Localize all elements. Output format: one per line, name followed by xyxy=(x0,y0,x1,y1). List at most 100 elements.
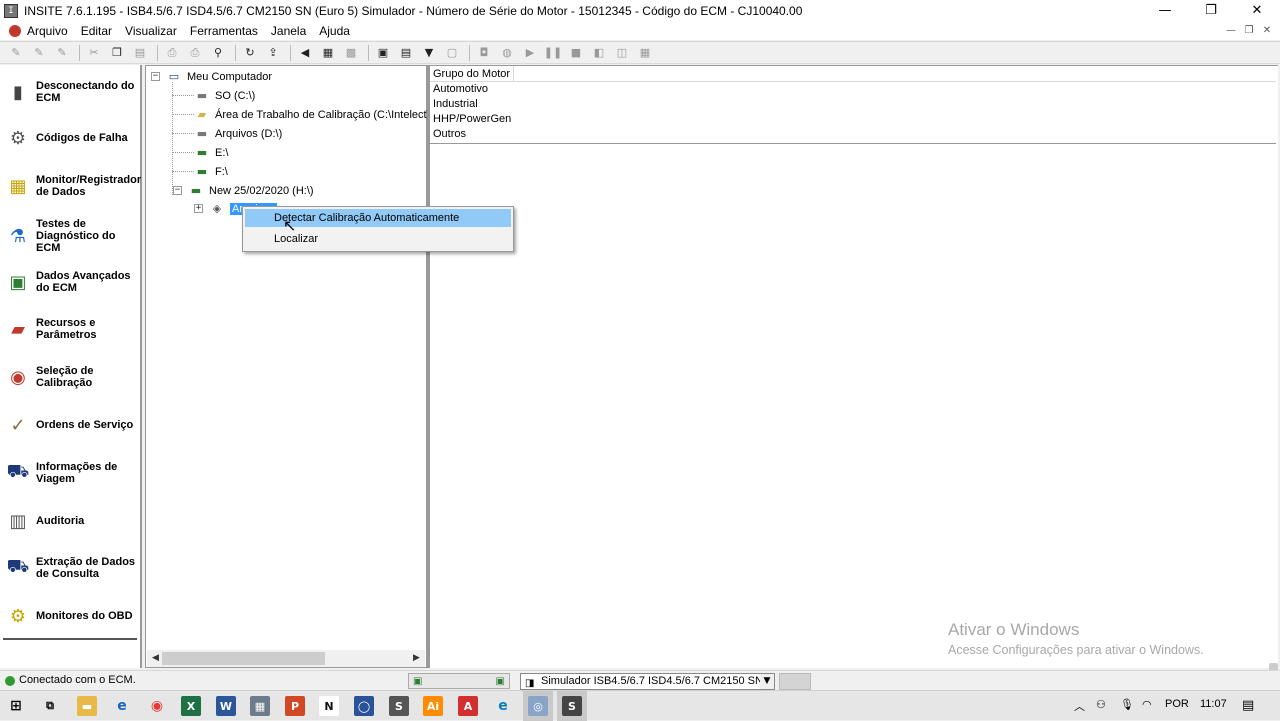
menu-ajuda[interactable]: Ajuda xyxy=(319,24,350,38)
close-button[interactable]: ✕ xyxy=(1234,0,1280,22)
scrollbar-thumb[interactable] xyxy=(162,652,325,665)
notification-center-icon[interactable]: ▤ xyxy=(1242,698,1254,713)
filter-icon[interactable]: ▼ xyxy=(419,44,439,62)
nav-diagnostic-tests[interactable]: ⚗ Testes de Diagnóstico do ECM xyxy=(3,218,139,254)
list-icon[interactable]: ▤ xyxy=(396,44,416,62)
acrobat-icon[interactable]: A xyxy=(458,696,478,716)
new-icon[interactable]: ✎ xyxy=(6,44,26,62)
minimize-button[interactable]: — xyxy=(1142,0,1188,22)
child-minimize-button[interactable]: — xyxy=(1222,22,1240,40)
snapshot-icon[interactable]: ◫ xyxy=(612,44,632,62)
list-item[interactable]: HHP/PowerGen xyxy=(430,112,1276,127)
print-preview-icon[interactable]: ⎙ xyxy=(185,44,205,62)
edit-icon[interactable]: ✎ xyxy=(29,44,49,62)
messenger-icon[interactable]: ◯ xyxy=(354,696,374,716)
clock[interactable]: 11:07 xyxy=(1200,698,1227,710)
ecm-select[interactable]: ◨ Simulador ISB4.5/6.7 ISD4.5/6.7 CM2150… xyxy=(520,673,775,690)
internet-explorer-icon[interactable]: e xyxy=(112,696,132,716)
illustrator-icon[interactable]: Ai xyxy=(423,696,443,716)
menu-arquivo[interactable]: Arquivo xyxy=(27,24,68,38)
windows-start-icon[interactable]: ⊞ xyxy=(6,696,26,716)
obd-monitors-icon: ⚙ xyxy=(9,605,27,627)
chrome-icon[interactable]: ◉ xyxy=(147,696,167,716)
restore-button[interactable]: ❐ xyxy=(1188,0,1234,22)
print-icon[interactable]: ⎙ xyxy=(162,44,182,62)
show-hidden-icons-icon[interactable]: ︿ xyxy=(1074,698,1085,714)
nav-calibration-selection[interactable]: ◉ Seleção de Calibração xyxy=(3,362,139,392)
ecm-icon[interactable]: ▩ xyxy=(341,44,361,62)
netflix-icon[interactable]: N xyxy=(319,696,339,716)
collapse-toggle[interactable]: − xyxy=(151,72,160,81)
data-extraction-icon: ⛟ xyxy=(6,556,30,577)
nav-advanced-data[interactable]: ▣ Dados Avançados do ECM xyxy=(3,267,139,297)
properties-icon[interactable]: ✎ xyxy=(52,44,72,62)
list-item[interactable]: Automotivo xyxy=(430,82,1276,97)
column-header-engine-group[interactable]: Grupo do Motor xyxy=(430,66,514,82)
settings-icon[interactable]: ▦ xyxy=(635,44,655,62)
scroll-right-icon[interactable]: ▶ xyxy=(408,650,425,667)
tree-node-drive-h[interactable]: − ▬ New 25/02/2020 (H:\) xyxy=(173,182,314,199)
find-icon[interactable]: ⚲ xyxy=(208,44,228,62)
language-indicator[interactable]: POR xyxy=(1165,698,1189,710)
microphone-icon[interactable]: 🎙 xyxy=(1120,698,1134,711)
tree-node-drive-e[interactable]: ▬ E:\ xyxy=(194,144,229,161)
word-icon[interactable]: W xyxy=(216,696,236,716)
cut-icon[interactable]: ✂ xyxy=(84,44,104,62)
menu-visualizar[interactable]: Visualizar xyxy=(125,24,177,38)
tree-node-drive-d[interactable]: ▬ Arquivos (D:\) xyxy=(194,125,282,142)
menu-janela[interactable]: Janela xyxy=(271,24,306,38)
marker-icon[interactable]: ◧ xyxy=(589,44,609,62)
pause-icon[interactable]: ❚❚ xyxy=(543,44,563,62)
back-icon[interactable]: ◀ xyxy=(295,44,315,62)
paste-icon[interactable]: ▤ xyxy=(130,44,150,62)
nav-fault-codes[interactable]: ⚙ Códigos de Falha xyxy=(3,123,139,153)
nav-trip-info[interactable]: ⛟ Informações de Viagem xyxy=(3,458,139,488)
expand-toggle[interactable]: + xyxy=(194,204,203,213)
chevron-down-icon[interactable]: ▼ xyxy=(760,674,774,689)
play-icon[interactable]: ▶ xyxy=(520,44,540,62)
nav-disconnect-ecm[interactable]: ▮ Desconectando do ECM xyxy=(3,77,139,107)
camera-icon[interactable]: ◘ xyxy=(474,44,494,62)
child-restore-button[interactable]: ❐ xyxy=(1240,22,1258,40)
export-icon[interactable]: ⇪ xyxy=(263,44,283,62)
document-menu-icon[interactable] xyxy=(9,25,21,37)
nav-work-orders[interactable]: ✓ Ordens de Serviço xyxy=(3,410,139,440)
task-view-icon[interactable]: ⧉ xyxy=(40,696,60,716)
network-status-icon[interactable]: ⚇ xyxy=(1096,698,1106,711)
file-explorer-icon[interactable]: ▬ xyxy=(77,696,97,716)
refresh-icon[interactable]: ↻ xyxy=(240,44,260,62)
menu-ferramentas[interactable]: Ferramentas xyxy=(190,24,258,38)
tree-node-my-computer[interactable]: − ▭ Meu Computador xyxy=(151,68,272,85)
tree-node-drive-f[interactable]: ▬ F:\ xyxy=(194,163,228,180)
copy-icon[interactable]: ❐ xyxy=(107,44,127,62)
menu-editar[interactable]: Editar xyxy=(81,24,112,38)
collapse-toggle[interactable]: − xyxy=(173,186,182,195)
nav-data-extraction[interactable]: ⛟ Extração de Dados de Consulta xyxy=(3,553,139,583)
insite-active-task-icon[interactable]: S xyxy=(562,696,582,716)
list-item[interactable]: Industrial xyxy=(430,97,1276,112)
list-item[interactable]: Outros xyxy=(430,127,1276,142)
toolbar-separator xyxy=(235,44,236,61)
excel-icon[interactable]: X xyxy=(181,696,201,716)
stop-icon[interactable]: ■ xyxy=(566,44,586,62)
tree-node-calibration-workspace[interactable]: ▰ Área de Trabalho de Calibração (C:\Int… xyxy=(194,106,441,123)
nav-data-monitor[interactable]: ▦ Monitor/Registrador de Dados xyxy=(3,171,141,201)
tree-horizontal-scrollbar[interactable]: ◀ ▶ xyxy=(147,650,425,667)
open-file-icon[interactable]: ▣ xyxy=(373,44,393,62)
edge-icon[interactable]: e xyxy=(493,696,513,716)
title-bar: I INSITE 7.6.1.195 - ISB4.5/6.7 ISD4.5/6… xyxy=(0,0,1280,22)
copy-calibration-icon[interactable]: ▦ xyxy=(318,44,338,62)
nav-audit[interactable]: ▥ Auditoria xyxy=(3,506,139,536)
browser-task-icon[interactable]: ◎ xyxy=(528,696,548,716)
record-icon[interactable]: ◍ xyxy=(497,44,517,62)
wifi-icon[interactable]: ◠ xyxy=(1142,698,1152,711)
child-close-button[interactable]: ✕ xyxy=(1258,22,1276,40)
insite-task-icon[interactable]: S xyxy=(389,696,409,716)
tree-node-drive-c[interactable]: ▬ SO (C:\) xyxy=(194,87,256,104)
blank-page-icon[interactable]: ▢ xyxy=(442,44,462,62)
nav-label: Auditoria xyxy=(36,515,85,527)
powerpoint-icon[interactable]: P xyxy=(285,696,305,716)
calculator-icon[interactable]: ▦ xyxy=(250,696,270,716)
nav-obd-monitors[interactable]: ⚙ Monitores do OBD xyxy=(3,601,139,631)
nav-features-parameters[interactable]: ▰ Recursos e Parâmetros xyxy=(3,314,139,344)
